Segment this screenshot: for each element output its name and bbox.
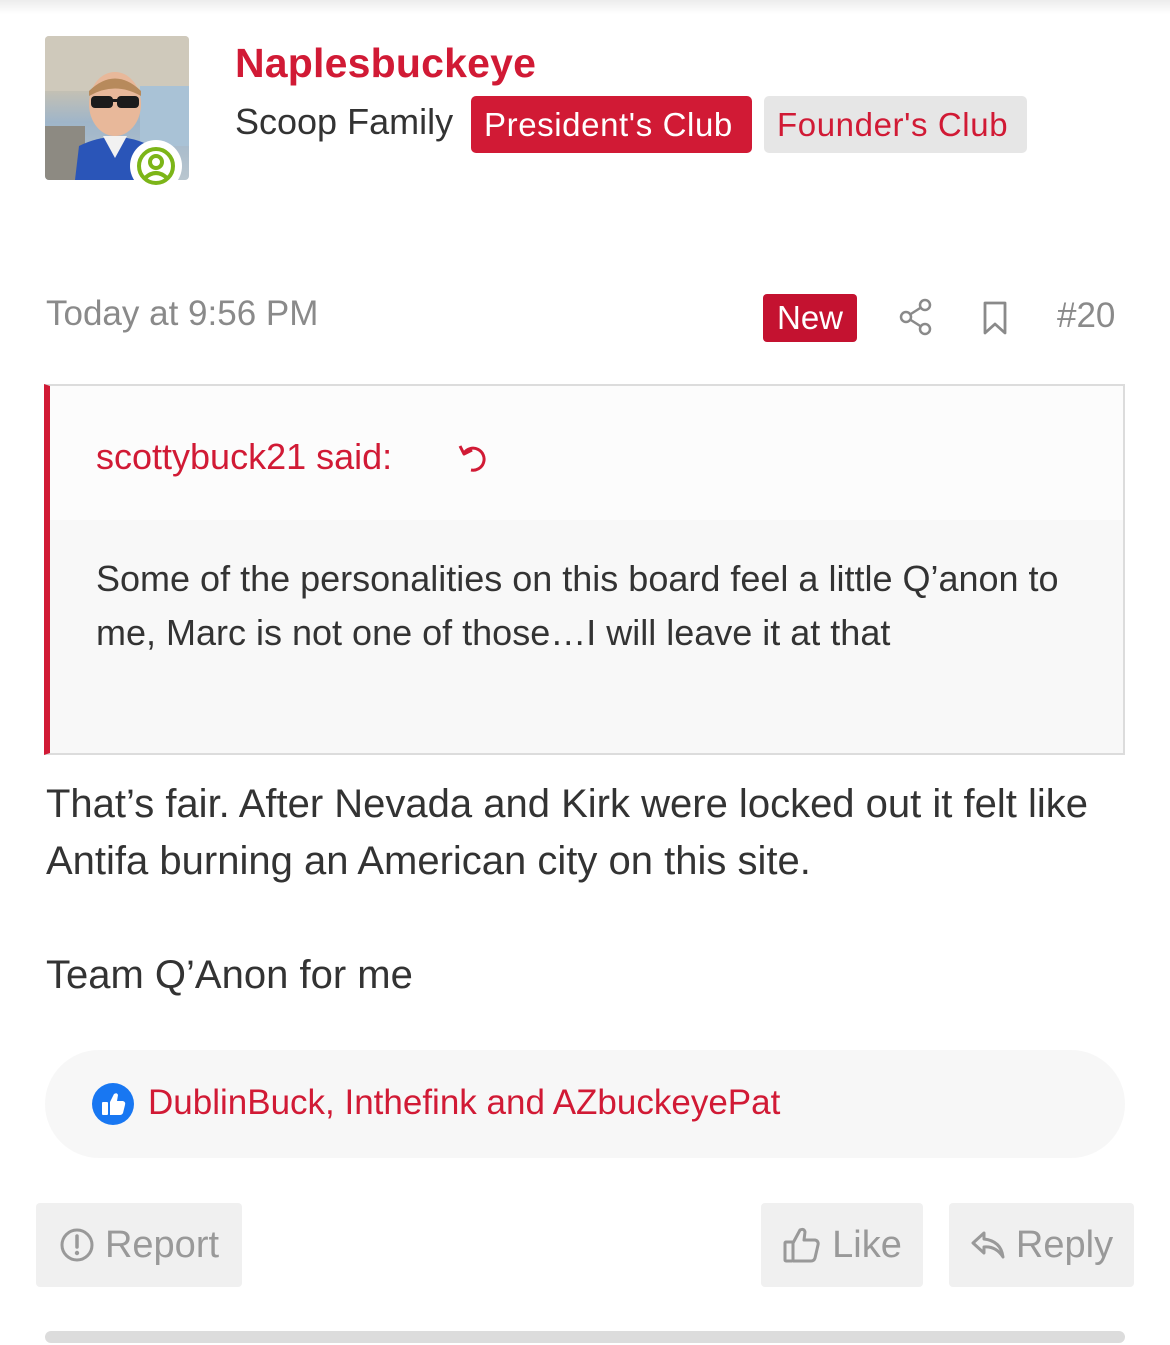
reactions-bar[interactable]: DublinBuck, Inthefink and AZbuckeyePat [45, 1050, 1125, 1158]
post-paragraph: That’s fair. After Nevada and Kirk were … [46, 782, 1088, 883]
reply-label: Reply [1015, 1223, 1114, 1266]
reply-button[interactable]: Reply [949, 1203, 1134, 1287]
quote-block: scottybuck21 said: Some of the personali… [44, 384, 1125, 755]
presidents-club-banner: President's Club [471, 96, 752, 153]
report-button[interactable]: Report [36, 1203, 242, 1287]
online-status-badge [130, 140, 182, 192]
founders-club-banner: Founder's Club [764, 96, 1027, 153]
reaction-users-link[interactable]: DublinBuck, Inthefink and AZbuckeyePat [148, 1083, 780, 1123]
post-number-link[interactable]: #20 [1057, 296, 1115, 336]
quote-author-link[interactable]: scottybuck21 said: [96, 436, 392, 478]
like-button[interactable]: Like [761, 1203, 923, 1287]
report-icon [60, 1228, 94, 1262]
report-label: Report [104, 1223, 220, 1266]
thumbs-up-icon [91, 1082, 135, 1131]
jump-to-quote-icon[interactable] [458, 441, 492, 478]
top-shadow [0, 0, 1170, 14]
quote-header: scottybuck21 said: [50, 386, 1123, 520]
user-online-icon [137, 147, 175, 185]
reply-icon [971, 1231, 1005, 1259]
post-date-link[interactable]: Today at 9:56 PM [46, 294, 318, 334]
post-paragraph: Team Q’Anon for me [46, 953, 413, 997]
share-icon[interactable] [898, 297, 934, 342]
bookmark-icon[interactable] [980, 300, 1010, 341]
new-badge: New [763, 294, 857, 342]
post-body: That’s fair. After Nevada and Kirk were … [46, 776, 1131, 1004]
quote-text: Some of the personalities on this board … [96, 558, 1059, 653]
user-title: Scoop Family [235, 101, 454, 142]
like-icon [783, 1227, 820, 1263]
post-separator [45, 1331, 1125, 1343]
like-label: Like [832, 1223, 902, 1266]
username-link[interactable]: Naplesbuckeye [235, 40, 536, 87]
